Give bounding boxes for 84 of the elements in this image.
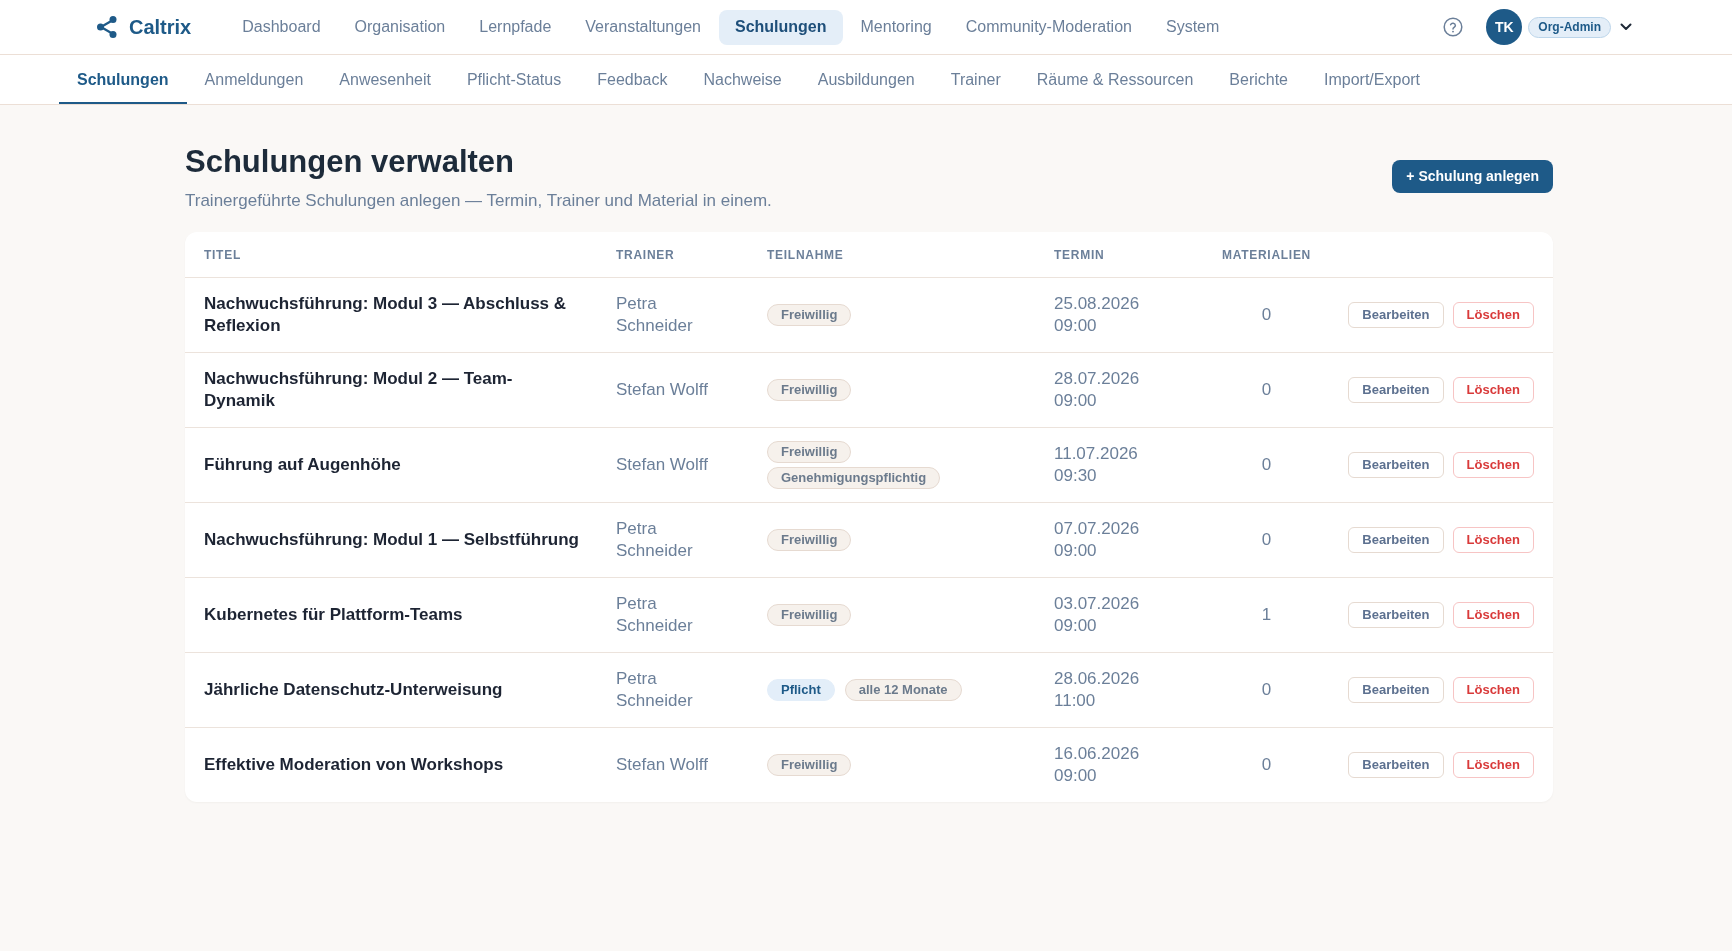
sub-tab[interactable]: Trainer: [932, 55, 1019, 104]
chevron-down-icon[interactable]: [1620, 23, 1632, 31]
date-time: 03.07.2026 09:00: [1054, 593, 1140, 635]
edit-button[interactable]: Bearbeiten: [1348, 601, 1444, 628]
course-title: Führung auf Augenhöhe: [204, 454, 401, 474]
trainer-name: Petra Schneider: [616, 668, 693, 710]
delete-button[interactable]: Löschen: [1452, 751, 1534, 778]
date-time: 28.07.2026 09:00: [1054, 368, 1140, 410]
trainer-name: Stefan Wolff: [616, 379, 708, 399]
nav-item[interactable]: Schulungen: [718, 9, 843, 45]
help-icon[interactable]: [1443, 17, 1464, 37]
trainer-name: Stefan Wolff: [616, 754, 708, 774]
trainer-name: Petra Schneider: [616, 293, 693, 335]
edit-button[interactable]: Bearbeiten: [1348, 301, 1444, 328]
delete-button[interactable]: Löschen: [1452, 376, 1534, 403]
course-title: Nachwuchsführung: Modul 1 — Selbstführung: [204, 529, 579, 549]
course-title: Nachwuchsführung: Modul 2 — Team-Dynamik: [204, 368, 513, 410]
date-time: 11.07.2026 09:30: [1054, 443, 1138, 485]
sub-tab[interactable]: Import/Export: [1306, 55, 1439, 104]
delete-button[interactable]: Löschen: [1452, 301, 1534, 328]
column-header: MATERIALIEN: [1222, 248, 1311, 263]
trainer-name: Petra Schneider: [616, 593, 693, 635]
nav-item[interactable]: System: [1149, 9, 1236, 45]
participation-badge: Freiwillig: [767, 303, 852, 326]
nav-item[interactable]: Veranstaltungen: [569, 9, 717, 45]
edit-button[interactable]: Bearbeiten: [1348, 751, 1444, 778]
course-title: Kubernetes für Plattform-Teams: [204, 604, 463, 624]
nav-item[interactable]: Organisation: [338, 9, 462, 45]
participation-badge: alle 12 Monate: [844, 678, 962, 701]
nav-item[interactable]: Mentoring: [844, 9, 948, 45]
create-course-button[interactable]: + Schulung anlegen: [1392, 160, 1553, 193]
participation-badge: Freiwillig: [767, 603, 852, 626]
delete-button[interactable]: Löschen: [1452, 601, 1534, 628]
column-header: TITEL: [204, 248, 241, 263]
sub-tab[interactable]: Berichte: [1211, 55, 1306, 104]
nav-item[interactable]: Dashboard: [226, 9, 337, 45]
column-header: TEILNAHME: [767, 248, 844, 263]
trainer-name: Petra Schneider: [616, 518, 693, 560]
participation-badge: Freiwillig: [767, 753, 852, 776]
edit-button[interactable]: Bearbeiten: [1348, 676, 1444, 703]
nav-item[interactable]: Community-Moderation: [949, 9, 1148, 45]
date-time: 25.08.2026 09:00: [1054, 293, 1140, 335]
delete-button[interactable]: Löschen: [1452, 526, 1534, 553]
column-header: TRAINER: [616, 248, 675, 263]
role-badge: Org-Admin: [1528, 16, 1611, 38]
delete-button[interactable]: Löschen: [1452, 676, 1534, 703]
column-header: TERMIN: [1054, 248, 1105, 263]
trainer-name: Stefan Wolff: [616, 454, 708, 474]
date-time: 28.06.2026 11:00: [1054, 668, 1140, 710]
delete-button[interactable]: Löschen: [1452, 451, 1534, 478]
materials-count: 0: [1261, 454, 1272, 474]
nav-item[interactable]: Lernpfade: [463, 9, 568, 45]
participation-badge: Freiwillig: [767, 378, 852, 401]
sub-tab[interactable]: Pflicht-Status: [448, 55, 580, 104]
page-title: Schulungen verwalten: [185, 144, 515, 180]
date-time: 07.07.2026 09:00: [1054, 518, 1140, 560]
sub-tab[interactable]: Räume & Ressourcen: [1018, 55, 1212, 104]
course-title: Jährliche Datenschutz-Unterweisung: [204, 679, 503, 699]
sub-tab[interactable]: Schulungen: [59, 55, 187, 104]
materials-count: 0: [1261, 379, 1272, 399]
materials-count: 0: [1261, 754, 1272, 774]
course-title: Nachwuchsführung: Modul 3 — Abschluss & Reflexion: [204, 293, 567, 335]
edit-button[interactable]: Bearbeiten: [1348, 526, 1444, 553]
course-title: Effektive Moderation von Workshops: [204, 754, 504, 774]
connected-nodes-icon: [95, 15, 119, 39]
materials-count: 0: [1261, 679, 1272, 699]
participation-badge: Freiwillig: [767, 440, 852, 463]
materials-count: 0: [1261, 304, 1272, 324]
edit-button[interactable]: Bearbeiten: [1348, 376, 1444, 403]
page-subtitle: Trainergeführte Schulungen anlegen — Termin, Trainer und Material in einem.: [185, 190, 772, 212]
participation-badge: Pflicht: [767, 678, 835, 701]
sub-tab[interactable]: Anwesenheit: [321, 55, 449, 104]
materials-count: 0: [1261, 529, 1272, 549]
edit-button[interactable]: Bearbeiten: [1348, 451, 1444, 478]
user-avatar[interactable]: TK: [1486, 9, 1523, 45]
sub-tab[interactable]: Feedback: [579, 55, 686, 104]
participation-badge: Freiwillig: [767, 528, 852, 551]
sub-tab[interactable]: Nachweise: [685, 55, 800, 104]
date-time: 16.06.2026 09:00: [1054, 743, 1140, 785]
app-logo-text[interactable]: Caltrix: [129, 12, 192, 42]
sub-tab[interactable]: Ausbildungen: [799, 55, 933, 104]
sub-tab[interactable]: Anmeldungen: [186, 55, 322, 104]
participation-badge: Genehmigungspflichtig: [767, 466, 941, 489]
materials-count: 1: [1261, 604, 1272, 624]
